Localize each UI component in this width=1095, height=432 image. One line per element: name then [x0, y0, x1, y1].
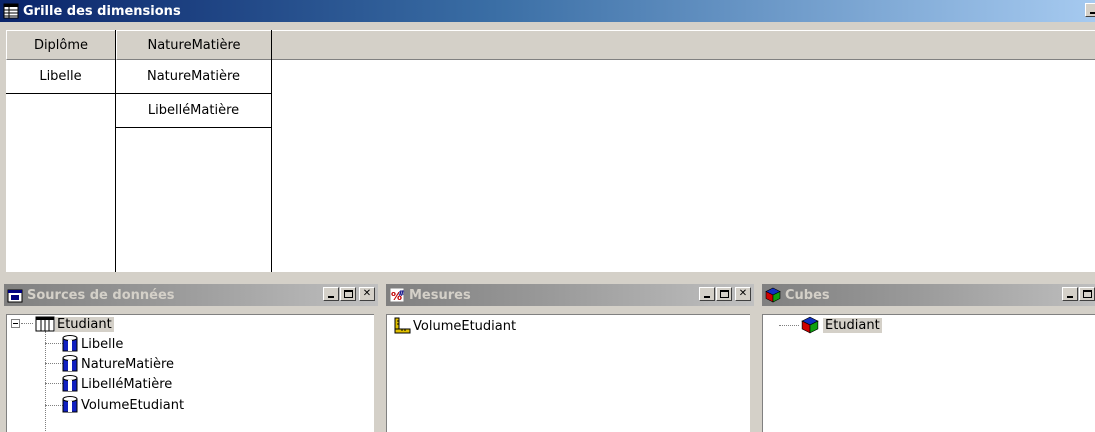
- grid-column-naturematiere: NatureMatière NatureMatière LibelléMatiè…: [116, 30, 272, 272]
- grid-column-diplome: Diplôme Libelle: [6, 30, 116, 272]
- minimize-button[interactable]: [323, 287, 339, 301]
- close-button[interactable]: ✕: [359, 287, 375, 301]
- grid-header-filler: [272, 30, 1095, 60]
- cubes-tree: Etudiant: [762, 314, 1095, 432]
- window-title: Mesures: [409, 287, 471, 303]
- minimize-button[interactable]: [699, 287, 715, 301]
- tree-item-field[interactable]: Libelle: [61, 335, 125, 353]
- minimize-button[interactable]: [1062, 287, 1078, 301]
- measure-item[interactable]: VolumeEtudiant: [393, 317, 518, 335]
- cylinder-field-icon: [62, 335, 78, 352]
- data-sources-tree: Etudiant Libelle NatureMatière LibelléMa…: [6, 314, 374, 432]
- data-sources-window: Sources de données ✕ Etudiant Libelle Na…: [0, 284, 378, 432]
- window-title: Grille des dimensions: [23, 3, 181, 19]
- window-title: Cubes: [785, 287, 830, 303]
- tree-item-label: VolumeEtudiant: [81, 397, 185, 413]
- tree-item-field[interactable]: NatureMatière: [61, 355, 176, 373]
- cubes-window: Cubes Etudiant: [758, 284, 1095, 432]
- grid-cell[interactable]: Libelle: [6, 60, 115, 94]
- minimize-icon: [328, 296, 334, 298]
- maximize-button[interactable]: [716, 287, 732, 301]
- tree-connector: [45, 331, 46, 432]
- cylinder-field-icon: [62, 375, 78, 392]
- minimize-icon: [1067, 296, 1073, 298]
- tree-item-label: Etudiant: [55, 316, 114, 332]
- cube-icon: [801, 316, 819, 334]
- datasource-window-icon: [7, 289, 23, 303]
- maximize-button[interactable]: [340, 287, 356, 301]
- grid-icon: [3, 3, 19, 19]
- close-icon: ✕: [362, 288, 372, 299]
- cube-label: Etudiant: [823, 317, 882, 333]
- close-button[interactable]: ✕: [735, 287, 751, 301]
- tree-connector: [779, 325, 799, 326]
- maximize-icon: [720, 290, 729, 298]
- svg-text:#: #: [398, 289, 405, 298]
- tree-item-field[interactable]: VolumeEtudiant: [61, 396, 186, 414]
- maximize-icon: [1083, 290, 1092, 298]
- tree-item-field[interactable]: LibelléMatière: [61, 375, 174, 393]
- tree-item-label: NatureMatière: [81, 356, 175, 372]
- dimension-grid-titlebar[interactable]: Grille des dimensions: [0, 0, 1095, 22]
- measure-label: VolumeEtudiant: [413, 318, 517, 334]
- dimension-grid-window: Grille des dimensions Diplôme Libelle Na…: [0, 0, 1095, 276]
- cube-item[interactable]: Etudiant: [801, 316, 882, 334]
- cubes-titlebar[interactable]: Cubes: [762, 284, 1095, 306]
- cube-icon: [765, 287, 781, 303]
- measures-titlebar[interactable]: % # Mesures ✕: [386, 284, 754, 306]
- data-sources-titlebar[interactable]: Sources de données ✕: [4, 284, 378, 306]
- window-title: Sources de données: [27, 287, 175, 303]
- cylinder-field-icon: [62, 355, 78, 372]
- maximize-icon: [344, 290, 353, 298]
- tree-item-label: LibelléMatière: [81, 376, 173, 392]
- grid-column-header[interactable]: Diplôme: [6, 30, 115, 60]
- dimension-grid: Diplôme Libelle NatureMatière NatureMati…: [6, 30, 1095, 272]
- grid-cell[interactable]: NatureMatière: [116, 60, 271, 94]
- grid-column-header[interactable]: NatureMatière: [116, 30, 271, 60]
- measures-icon: % #: [389, 287, 405, 303]
- measure-ruler-icon: [394, 317, 411, 334]
- minimize-icon: [704, 296, 710, 298]
- tree-connector: [21, 323, 33, 324]
- tree-item-label: Libelle: [81, 336, 124, 352]
- tree-item-root[interactable]: Etudiant: [35, 315, 114, 333]
- minimize-button[interactable]: [1085, 3, 1095, 17]
- measures-window: % # Mesures ✕ VolumeEtudiant: [382, 284, 754, 432]
- grid-cell[interactable]: LibelléMatière: [116, 94, 271, 128]
- measures-list: VolumeEtudiant: [386, 314, 750, 432]
- minimize-icon: [1090, 12, 1095, 14]
- table-icon: [35, 316, 55, 332]
- cylinder-field-icon: [62, 396, 78, 413]
- collapse-toggle[interactable]: [11, 319, 20, 328]
- close-icon: ✕: [738, 288, 748, 299]
- maximize-button[interactable]: [1079, 287, 1095, 301]
